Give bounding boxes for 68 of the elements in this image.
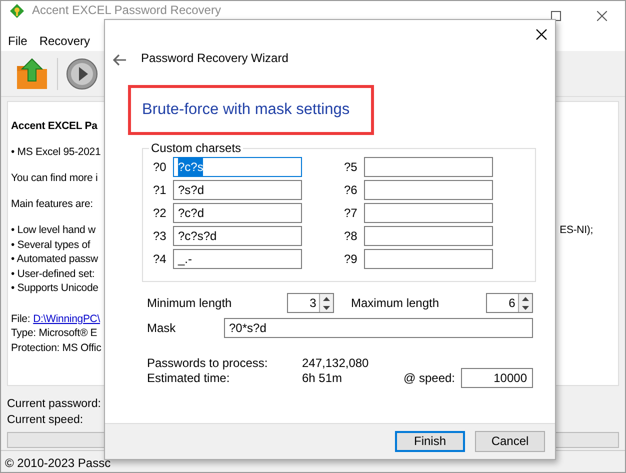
spin-up-icon[interactable] [323, 296, 330, 300]
file-label: File: [11, 312, 30, 326]
charset-label: ?6 [344, 182, 358, 199]
feature-item: • Several types of [11, 238, 90, 252]
charset-field[interactable]: ?s?d [173, 180, 302, 200]
charset-field[interactable] [364, 203, 493, 223]
charset-field[interactable]: ?c?s [173, 157, 302, 177]
file-path-link[interactable]: D:\WinningPC\ [33, 312, 100, 326]
menu-item[interactable]: File [8, 32, 28, 50]
charset-field[interactable]: ?c?d [173, 203, 302, 223]
charset-label: ?8 [344, 228, 358, 245]
charset-field[interactable] [364, 157, 493, 177]
info-text: You can find more i [11, 171, 98, 186]
file-protection: Protection: MS Offic [11, 340, 102, 355]
window-title: Accent EXCEL Password Recovery [32, 3, 221, 17]
wizard-step-heading: Brute-force with mask settings [142, 100, 350, 120]
charset-field[interactable]: ?c?s?d [173, 226, 302, 246]
stat-value: 247,132,080 [302, 355, 369, 371]
open-folder-icon[interactable] [15, 56, 49, 90]
stat-label: Estimated time: [147, 370, 231, 386]
spin-field[interactable]: 3 [287, 293, 334, 313]
charset-field[interactable] [364, 180, 493, 200]
max-length-label: Maximum length [351, 295, 440, 312]
spin-field[interactable]: 6 [486, 293, 533, 313]
feature-item: • Supports Unicode [11, 281, 98, 296]
info-heading: Accent EXCEL Pa [11, 119, 98, 134]
current-speed-label: Current speed: [7, 413, 84, 428]
group-title: Custom charsets [150, 141, 242, 155]
charset-label: ?1 [153, 182, 168, 199]
dialog-title: Password Recovery Wizard [141, 51, 288, 66]
info-text: Main features are: [11, 197, 93, 212]
speed-label: @ speed: [403, 370, 455, 386]
stat-value: 6h 51m [302, 370, 342, 386]
feature-item: • Low level hand w [11, 223, 96, 238]
min-length-label: Minimum length [147, 295, 233, 312]
menu-item[interactable]: Recovery [39, 32, 90, 50]
charset-field[interactable] [364, 249, 493, 269]
charset-label: ?9 [344, 251, 358, 268]
feature-text: ES-NI); [560, 223, 593, 238]
charset-label: ?2 [153, 205, 168, 222]
dialog-button[interactable]: Cancel [475, 431, 545, 452]
dialog-button[interactable]: Finish [395, 431, 465, 452]
mask-field[interactable]: ?0*s?d [224, 318, 533, 338]
close-icon [536, 29, 546, 40]
spin-down-icon[interactable] [522, 306, 530, 310]
app-icon [9, 3, 25, 19]
charset-field[interactable] [364, 226, 493, 246]
play-icon[interactable] [66, 58, 98, 90]
charset-field[interactable]: _.- [173, 249, 302, 269]
feature-item: • Automated passw [11, 252, 98, 266]
charset-label: ?3 [153, 228, 168, 245]
feature-item: • User-defined set: [11, 266, 95, 281]
close-icon [597, 11, 607, 21]
maximize-icon [551, 11, 561, 21]
stat-label: Passwords to process: [147, 355, 269, 371]
spin-down-icon[interactable] [323, 306, 330, 310]
charset-label: ?4 [153, 251, 168, 268]
current-password-label: Current password: [7, 397, 101, 412]
info-text: • MS Excel 95-2021 [11, 145, 101, 160]
copyright-text: © 2010-2023 Passc [5, 456, 111, 470]
speed-field[interactable]: 10000 [461, 368, 533, 388]
charset-label: ?5 [344, 159, 358, 176]
charset-label: ?0 [153, 159, 168, 176]
back-arrow-icon[interactable] [113, 54, 127, 66]
file-type: Type: Microsoft® E [11, 326, 98, 340]
mask-label: Mask [147, 320, 177, 337]
charset-label: ?7 [344, 205, 358, 222]
spin-up-icon[interactable] [522, 296, 530, 300]
